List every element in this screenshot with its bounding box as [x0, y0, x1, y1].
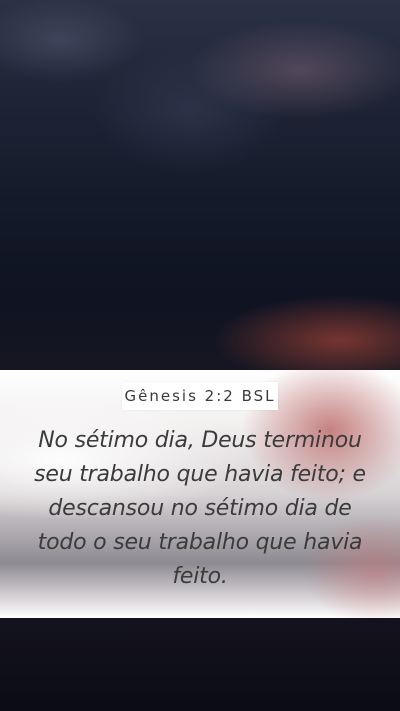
bottom-background [0, 618, 400, 711]
sky-background [0, 0, 400, 370]
verse-reference-text: Gênesis 2:2 BSL [124, 387, 276, 405]
verse-text: No sétimo dia, Deus terminou seu trabalh… [34, 428, 366, 589]
verse-reference: Gênesis 2:2 BSL [122, 382, 278, 410]
